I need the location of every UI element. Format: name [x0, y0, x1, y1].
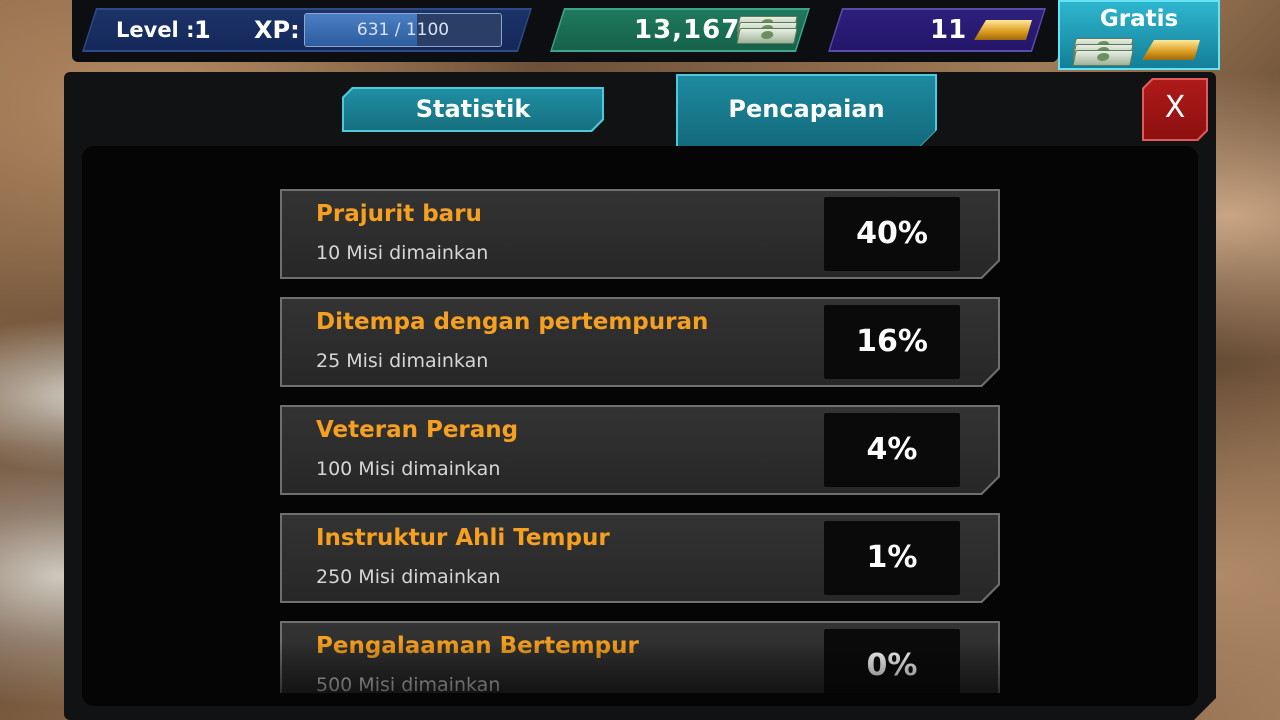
achievement-percent: 40%: [856, 216, 928, 251]
achievement-progress-box: 16%: [824, 305, 960, 379]
xp-progress-text: 631 / 1100: [356, 20, 450, 40]
level-value: 1: [194, 16, 211, 44]
achievement-list[interactable]: Prajurit baru 10 Misi dimainkan 40% Dite…: [280, 189, 1000, 693]
achievement-description: 250 Misi dimainkan: [316, 566, 501, 588]
gold-panel[interactable]: 11: [828, 8, 1046, 52]
achievement-percent: 4%: [866, 432, 918, 467]
close-icon: X: [1164, 90, 1186, 125]
achievement-item[interactable]: Instruktur Ahli Tempur 250 Misi dimainka…: [280, 513, 1000, 603]
achievement-title: Pengalaaman Bertempur: [316, 633, 639, 659]
achievement-item[interactable]: Veteran Perang 100 Misi dimainkan 4%: [280, 405, 1000, 495]
achievement-percent: 16%: [856, 324, 928, 359]
tab-achievements-label: Pencapaian: [728, 95, 885, 123]
achievement-percent: 1%: [866, 540, 918, 575]
achievement-progress-box: 0%: [824, 629, 960, 693]
gold-bar-icon: [974, 18, 1036, 44]
achievement-title: Veteran Perang: [316, 417, 519, 443]
gold-bar-icon: [1142, 40, 1204, 66]
achievement-title: Ditempa dengan pertempuran: [316, 309, 709, 335]
cash-stack-icon: [738, 16, 796, 42]
achievement-item[interactable]: Pengalaaman Bertempur 500 Misi dimainkan…: [280, 621, 1000, 693]
gold-value: 11: [930, 15, 967, 45]
achievement-description: 500 Misi dimainkan: [316, 674, 501, 693]
achievement-progress-box: 4%: [824, 413, 960, 487]
tab-achievements[interactable]: Pencapaian: [676, 74, 937, 146]
achievement-description: 25 Misi dimainkan: [316, 350, 489, 372]
xp-label: XP:: [254, 16, 300, 44]
achievement-progress-box: 1%: [824, 521, 960, 595]
tab-statistics-label: Statistik: [415, 95, 531, 123]
achievement-item[interactable]: Ditempa dengan pertempuran 25 Misi dimai…: [280, 297, 1000, 387]
achievement-description: 100 Misi dimainkan: [316, 458, 501, 480]
level-xp-panel: Level : 1 XP: 631 / 1100: [82, 8, 532, 52]
achievement-description: 10 Misi dimainkan: [316, 242, 489, 264]
achievement-title: Prajurit baru: [316, 201, 482, 227]
cash-stack-icon: [1072, 38, 1134, 66]
close-button[interactable]: X: [1142, 78, 1208, 141]
achievement-title: Instruktur Ahli Tempur: [316, 525, 610, 551]
tab-statistics[interactable]: Statistik: [342, 87, 604, 132]
xp-progress-bar: 631 / 1100: [304, 13, 502, 47]
money-value: 13,167: [634, 15, 741, 45]
free-reward-button[interactable]: Gratis: [1058, 0, 1220, 70]
achievement-progress-box: 40%: [824, 197, 960, 271]
level-label: Level :: [116, 18, 195, 42]
achievement-item[interactable]: Prajurit baru 10 Misi dimainkan 40%: [280, 189, 1000, 279]
achievement-percent: 0%: [866, 648, 918, 683]
free-reward-label: Gratis: [1099, 6, 1179, 32]
money-panel[interactable]: 13,167: [550, 8, 810, 52]
